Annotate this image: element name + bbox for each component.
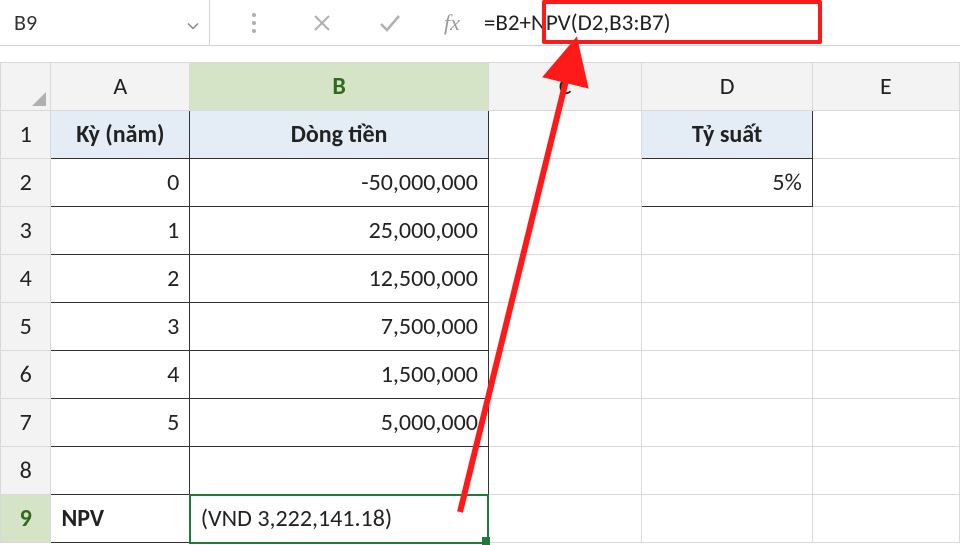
cell-B8[interactable] xyxy=(190,447,489,495)
cell-A3[interactable]: 1 xyxy=(51,207,190,255)
row-header-5[interactable]: 5 xyxy=(1,303,51,351)
col-header-E[interactable]: E xyxy=(812,63,959,111)
cell-E9[interactable] xyxy=(812,495,959,543)
col-header-C[interactable]: C xyxy=(488,63,642,111)
select-all-corner[interactable] xyxy=(1,63,51,111)
cell-E8[interactable] xyxy=(812,447,959,495)
cell-D9[interactable] xyxy=(642,495,812,543)
name-box[interactable]: B9 xyxy=(0,0,210,45)
row-7: 7 5 5,000,000 xyxy=(1,399,960,447)
fx-icon[interactable]: fx xyxy=(434,0,478,45)
cell-A8[interactable] xyxy=(51,447,190,495)
col-header-A[interactable]: A xyxy=(51,63,190,111)
name-box-dropdown-icon[interactable] xyxy=(187,9,199,36)
cell-A4[interactable]: 2 xyxy=(51,255,190,303)
cell-A7[interactable]: 5 xyxy=(51,399,190,447)
cell-C3[interactable] xyxy=(488,207,642,255)
formula-input[interactable]: =B2+NPV(D2,B3:B7) xyxy=(478,0,960,45)
cell-B9[interactable]: (VND 3,222,141.18) xyxy=(190,495,489,543)
row-2: 2 0 -50,000,000 5% xyxy=(1,159,960,207)
formula-text: =B2+NPV(D2,B3:B7) xyxy=(484,9,671,37)
cell-A1[interactable]: Kỳ (năm) xyxy=(51,111,190,159)
row-header-7[interactable]: 7 xyxy=(1,399,51,447)
cell-D5[interactable] xyxy=(642,303,812,351)
cell-C6[interactable] xyxy=(488,351,642,399)
row-header-9[interactable]: 9 xyxy=(1,495,51,543)
row-header-2[interactable]: 2 xyxy=(1,159,51,207)
cell-B4[interactable]: 12,500,000 xyxy=(190,255,489,303)
cell-D4[interactable] xyxy=(642,255,812,303)
cell-B5[interactable]: 7,500,000 xyxy=(190,303,489,351)
cell-E7[interactable] xyxy=(812,399,959,447)
row-header-4[interactable]: 4 xyxy=(1,255,51,303)
cell-A6[interactable]: 4 xyxy=(51,351,190,399)
cell-B7[interactable]: 5,000,000 xyxy=(190,399,489,447)
cell-B2[interactable]: -50,000,000 xyxy=(190,159,489,207)
cancel-icon[interactable] xyxy=(308,9,336,37)
cell-D6[interactable] xyxy=(642,351,812,399)
cell-C4[interactable] xyxy=(488,255,642,303)
row-8: 8 xyxy=(1,447,960,495)
cell-C7[interactable] xyxy=(488,399,642,447)
cell-C5[interactable] xyxy=(488,303,642,351)
cell-D1[interactable]: Tỷ suất xyxy=(642,111,812,159)
col-header-B[interactable]: B xyxy=(190,63,489,111)
row-4: 4 2 12,500,000 xyxy=(1,255,960,303)
name-box-value: B9 xyxy=(14,9,37,36)
cell-D7[interactable] xyxy=(642,399,812,447)
cell-E2[interactable] xyxy=(812,159,959,207)
cell-A2[interactable]: 0 xyxy=(51,159,190,207)
cell-E1[interactable] xyxy=(812,111,959,159)
row-header-1[interactable]: 1 xyxy=(1,111,51,159)
row-1: 1 Kỳ (năm) Dòng tiền Tỷ suất xyxy=(1,111,960,159)
column-header-row: A B C D E xyxy=(1,63,960,111)
row-9: 9 NPV (VND 3,222,141.18) xyxy=(1,495,960,543)
cell-B3[interactable]: 25,000,000 xyxy=(190,207,489,255)
cell-C1[interactable] xyxy=(488,111,642,159)
cell-A5[interactable]: 3 xyxy=(51,303,190,351)
cell-C8[interactable] xyxy=(488,447,642,495)
more-icon[interactable] xyxy=(240,9,268,37)
worksheet: A B C D E 1 Kỳ (năm) Dòng tiền Tỷ suất 2… xyxy=(0,62,960,544)
row-5: 5 3 7,500,000 xyxy=(1,303,960,351)
cell-E5[interactable] xyxy=(812,303,959,351)
formula-bar-icons xyxy=(210,0,434,45)
cell-E3[interactable] xyxy=(812,207,959,255)
cell-E4[interactable] xyxy=(812,255,959,303)
row-header-8[interactable]: 8 xyxy=(1,447,51,495)
cell-B1[interactable]: Dòng tiền xyxy=(190,111,489,159)
cell-C2[interactable] xyxy=(488,159,642,207)
row-3: 3 1 25,000,000 xyxy=(1,207,960,255)
cell-A9[interactable]: NPV xyxy=(51,495,190,543)
row-header-3[interactable]: 3 xyxy=(1,207,51,255)
cell-D3[interactable] xyxy=(642,207,812,255)
cell-E6[interactable] xyxy=(812,351,959,399)
row-6: 6 4 1,500,000 xyxy=(1,351,960,399)
cell-D2[interactable]: 5% xyxy=(642,159,812,207)
grid[interactable]: A B C D E 1 Kỳ (năm) Dòng tiền Tỷ suất 2… xyxy=(0,62,960,544)
row-header-6[interactable]: 6 xyxy=(1,351,51,399)
cell-B6[interactable]: 1,500,000 xyxy=(190,351,489,399)
col-header-D[interactable]: D xyxy=(642,63,812,111)
cell-C9[interactable] xyxy=(488,495,642,543)
enter-icon[interactable] xyxy=(376,9,404,37)
cell-D8[interactable] xyxy=(642,447,812,495)
formula-bar: B9 fx =B2+NPV(D2,B3:B7) xyxy=(0,0,960,46)
